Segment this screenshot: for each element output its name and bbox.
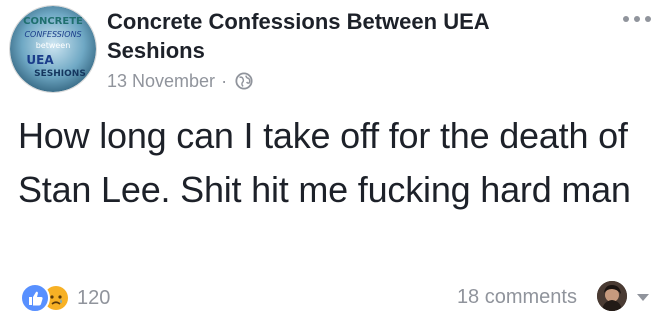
more-dot-icon [623,16,629,22]
globe-icon[interactable] [235,72,253,90]
viewer-photo [597,281,627,311]
svg-text:CONFESSIONS: CONFESSIONS [24,30,81,39]
post-meta: 13 November · [107,70,253,92]
comments-count-link[interactable]: 18 comments [457,286,577,309]
viewer-avatar[interactable] [597,281,627,311]
reactions-summary[interactable]: 120 [20,283,110,313]
chevron-down-icon[interactable] [637,294,649,301]
svg-text:between: between [36,41,71,50]
svg-text:CONCRETE: CONCRETE [23,16,83,27]
more-options-button[interactable] [623,16,651,22]
reaction-count: 120 [77,286,111,309]
post-timestamp[interactable]: 13 November [107,71,215,92]
post-body-text: How long can I take off for the death of… [18,115,631,210]
page-avatar-logo: CONCRETE CONFESSIONS between UEA SESHION… [10,6,96,92]
meta-separator: · [221,70,228,91]
like-icon [20,283,50,313]
more-dot-icon [634,16,640,22]
svg-text:SESHIONS: SESHIONS [34,69,86,79]
page-avatar[interactable]: CONCRETE CONFESSIONS between UEA SESHION… [10,6,96,92]
page-name-link[interactable]: Concrete Confessions Between UEA Seshion… [107,7,577,65]
more-dot-icon [645,16,651,22]
svg-text:UEA: UEA [26,53,54,67]
